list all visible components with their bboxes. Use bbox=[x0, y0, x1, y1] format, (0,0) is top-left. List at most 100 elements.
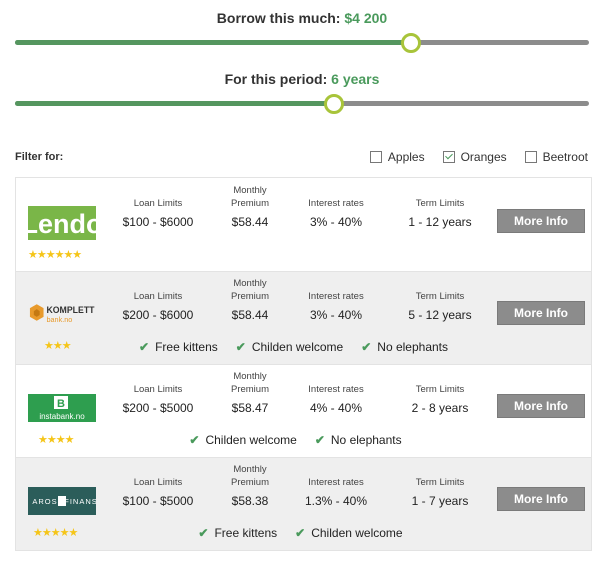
check-icon: ✔ bbox=[189, 433, 200, 447]
term-col: Term Limits 2 - 8 years bbox=[394, 383, 486, 415]
interest-value: 1.3% - 40% bbox=[304, 494, 368, 508]
feature-item: ✔ Childen welcome bbox=[295, 526, 402, 540]
period-title: For this period: 6 years bbox=[0, 71, 604, 87]
interest-col: Interest rates 1.3% - 40% bbox=[296, 476, 376, 508]
beetroot-label: Beetroot bbox=[542, 150, 588, 164]
term-header: Term Limits bbox=[415, 198, 465, 209]
borrow-slider-thumb[interactable] bbox=[401, 33, 422, 53]
feature-label: Childen welcome bbox=[251, 340, 344, 354]
term-value: 1 - 12 years bbox=[408, 215, 472, 229]
check-icon: ✔ bbox=[295, 526, 306, 540]
monthly-premium-value: $58.44 bbox=[231, 215, 269, 229]
term-col: Term Limits 5 - 12 years bbox=[394, 290, 486, 322]
lendo-logo-graphic: Lendo bbox=[28, 206, 96, 240]
borrow-slider-track[interactable] bbox=[15, 40, 589, 45]
feature-item: ✔ No elephants bbox=[315, 433, 402, 447]
term-col: Term Limits 1 - 7 years bbox=[394, 476, 486, 508]
komplett-logo-graphic: KOMPLETT bank.no bbox=[29, 304, 95, 324]
aros-logo-graphic: AROS FINANS bbox=[28, 487, 96, 515]
check-icon: ✔ bbox=[139, 340, 150, 354]
feature-item: ✔ Free kittens bbox=[198, 526, 277, 540]
loan-limits-value: $200 - $6000 bbox=[122, 308, 194, 322]
interest-col: Interest rates 3% - 40% bbox=[296, 197, 376, 229]
beetroot-checkbox[interactable] bbox=[524, 151, 537, 163]
lender-row-lendo: Lendo ★★★★★★ Loan Limits $100 - $6000 Mo… bbox=[16, 178, 591, 272]
svg-text:B: B bbox=[57, 398, 65, 410]
lender-row-aros: AROS FINANS ★★★★★ Loan Limits $100 - $50… bbox=[16, 458, 591, 551]
feature-item: ✔ Free kittens bbox=[139, 340, 218, 354]
monthly-premium-value: $58.44 bbox=[231, 308, 269, 322]
interest-col: Interest rates 4% - 40% bbox=[296, 383, 376, 415]
check-icon: ✔ bbox=[361, 340, 372, 354]
apples-checkbox[interactable] bbox=[369, 151, 382, 163]
filter-label: Filter for: bbox=[15, 151, 64, 163]
komplett-logo: KOMPLETT bank.no bbox=[28, 300, 96, 328]
borrow-value: $4 200 bbox=[344, 10, 388, 26]
lender-row-instabank: B instabank.no ★★★★ Loan Limits $200 - $… bbox=[16, 365, 591, 458]
period-slider-track[interactable] bbox=[15, 101, 589, 106]
premium-header: Premium bbox=[230, 384, 269, 395]
lendo-logo: Lendo bbox=[28, 206, 96, 240]
feature-item: ✔ Childen welcome bbox=[189, 433, 296, 447]
loan-limits-header: Loan Limits bbox=[133, 477, 183, 488]
premium-header: Premium bbox=[230, 477, 269, 488]
lender-list: Lendo ★★★★★★ Loan Limits $100 - $6000 Mo… bbox=[15, 177, 592, 551]
feature-list: ✔ Free kittens ✔ Childen welcome ✔ No eleph… bbox=[6, 340, 581, 354]
feature-label: Childen welcome bbox=[311, 526, 403, 540]
oranges-label: Oranges bbox=[460, 150, 507, 164]
feature-list: ✔ Childen welcome ✔ No elephants bbox=[8, 433, 583, 447]
feature-label: Childen welcome bbox=[205, 433, 297, 447]
aros-logo: AROS FINANS bbox=[28, 487, 96, 515]
feature-label: Free kittens bbox=[155, 340, 218, 354]
interest-col: Interest rates 3% - 40% bbox=[296, 290, 376, 322]
monthly-premium-value: $58.38 bbox=[231, 494, 269, 508]
term-value: 1 - 7 years bbox=[411, 494, 469, 508]
filter-beetroot[interactable]: Beetroot bbox=[524, 150, 588, 164]
monthly-premium-col: Monthly Premium $58.47 bbox=[214, 370, 286, 415]
rating-stars: ★★★★★★ bbox=[28, 249, 82, 261]
monthly-premium-col: Monthly Premium $58.38 bbox=[214, 463, 286, 508]
period-label: For this period: bbox=[224, 71, 328, 87]
feature-label: No elephants bbox=[377, 340, 448, 354]
period-slider-thumb[interactable] bbox=[323, 94, 344, 114]
monthly-header: Monthly bbox=[233, 464, 267, 475]
interest-header: Interest rates bbox=[308, 477, 364, 488]
term-value: 5 - 12 years bbox=[408, 308, 472, 322]
check-icon: ✔ bbox=[198, 526, 209, 540]
loan-limits-value: $200 - $5000 bbox=[122, 401, 194, 415]
interest-header: Interest rates bbox=[308, 198, 364, 209]
filter-oranges[interactable]: Oranges bbox=[442, 150, 507, 164]
loan-limits-value: $100 - $5000 bbox=[122, 494, 194, 508]
period-value: 6 years bbox=[331, 71, 380, 87]
check-icon: ✔ bbox=[314, 433, 325, 447]
feature-label: No elephants bbox=[330, 433, 402, 447]
svg-text:AROS: AROS bbox=[32, 497, 57, 506]
filter-options: Apples Oranges Beetroot bbox=[369, 150, 588, 164]
borrow-title: Borrow this much: $4 200 bbox=[0, 10, 604, 26]
term-header: Term Limits bbox=[415, 477, 465, 488]
interest-header: Interest rates bbox=[308, 291, 364, 302]
more-info-button[interactable]: More Info bbox=[497, 487, 585, 511]
loan-limits-col: Loan Limits $200 - $6000 bbox=[116, 290, 200, 322]
interest-value: 3% - 40% bbox=[309, 308, 363, 322]
svg-text:KOMPLETT: KOMPLETT bbox=[46, 305, 95, 315]
svg-text:Lendo: Lendo bbox=[28, 209, 96, 239]
feature-item: ✔ No elephants bbox=[361, 340, 448, 354]
check-icon: ✔ bbox=[235, 340, 246, 354]
feature-item: ✔ Childen welcome bbox=[236, 340, 343, 354]
more-info-button[interactable]: More Info bbox=[497, 394, 585, 418]
monthly-premium-value: $58.47 bbox=[231, 401, 269, 415]
loan-limits-value: $100 - $6000 bbox=[122, 215, 194, 229]
instabank-logo: B instabank.no bbox=[28, 394, 96, 422]
more-info-button[interactable]: More Info bbox=[497, 301, 585, 325]
more-info-button[interactable]: More Info bbox=[497, 209, 585, 233]
borrow-label: Borrow this much: bbox=[216, 10, 341, 26]
feature-list: ✔ Free kittens ✔ Childen welcome bbox=[13, 526, 588, 540]
term-value: 2 - 8 years bbox=[411, 401, 469, 415]
apples-label: Apples bbox=[387, 150, 425, 164]
term-col: Term Limits 1 - 12 years bbox=[394, 197, 486, 229]
premium-header: Premium bbox=[230, 198, 269, 209]
term-header: Term Limits bbox=[415, 384, 465, 395]
oranges-checkbox[interactable] bbox=[442, 151, 455, 163]
filter-apples[interactable]: Apples bbox=[369, 150, 425, 164]
